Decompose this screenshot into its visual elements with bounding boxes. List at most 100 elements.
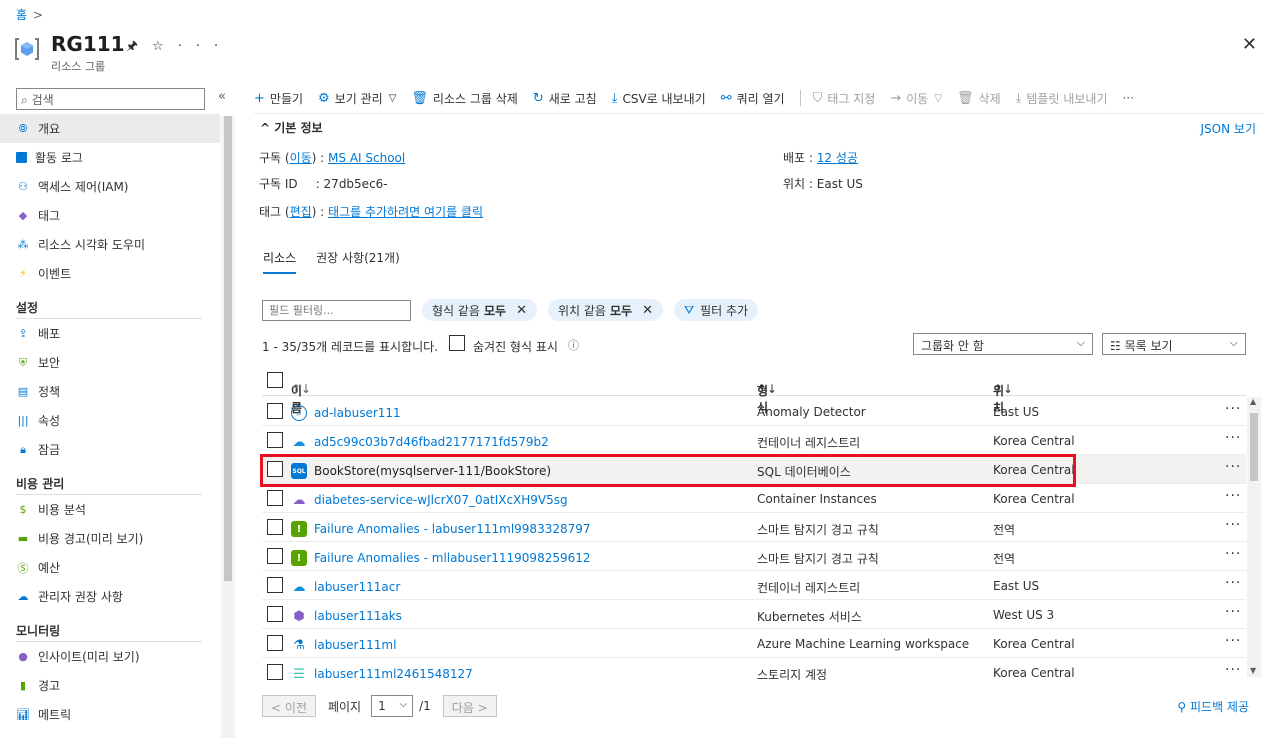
close-icon[interactable]: ✕ — [516, 303, 527, 318]
more-icon[interactable]: ··· — [178, 39, 232, 54]
row-more-icon[interactable]: ··· — [1225, 401, 1241, 417]
resource-link[interactable]: labuser111ml2461548127 — [314, 667, 473, 680]
info-icon[interactable]: ⓘ — [568, 337, 579, 353]
sidebar-item-locks[interactable]: 🔒︎ 잠금 — [0, 435, 220, 464]
row-checkbox[interactable] — [267, 403, 283, 419]
row-more-icon[interactable]: ··· — [1225, 575, 1241, 591]
table-row[interactable]: ☁ diabetes-service-wJlcrX07_0atIXcXH9V5sg… — [262, 484, 1246, 513]
deployments-link[interactable]: 12 성공 — [817, 151, 858, 165]
row-checkbox[interactable] — [267, 664, 283, 680]
json-view-link[interactable]: JSON 보기 — [1201, 120, 1256, 137]
close-icon[interactable]: ✕ — [1242, 34, 1257, 55]
export-template-button[interactable]: ⤓ 템플릿 내보내기 — [1016, 90, 1108, 107]
resource-link[interactable]: ad-labuser111 — [314, 406, 401, 420]
row-checkbox[interactable] — [267, 490, 283, 506]
page-select[interactable]: 1 ⌵ — [371, 695, 414, 717]
collapse-sidebar-icon[interactable]: « — [218, 89, 226, 104]
next-page-button[interactable]: 다음 > — [442, 695, 497, 717]
tab-recommendations[interactable]: 권장 사항(21개) — [316, 249, 400, 272]
delete-button[interactable]: 🗑︎ 삭제 — [957, 90, 1001, 107]
filter-input[interactable] — [262, 299, 411, 321]
scroll-up-icon[interactable]: ▲ — [1250, 397, 1256, 406]
tab-resources[interactable]: 리소스 — [263, 249, 297, 274]
row-checkbox[interactable] — [267, 635, 283, 651]
sidebar-item-insights[interactable]: ● 인사이트(미리 보기) — [0, 642, 220, 671]
sidebar-item-cost-alerts[interactable]: ▬ 비용 경고(미리 보기) — [0, 524, 220, 553]
view-mode-dropdown[interactable]: ☷ 목록 보기 ⌵ — [1102, 333, 1246, 355]
table-row[interactable]: ! Failure Anomalies - labuser111ml9983328… — [262, 513, 1246, 542]
refresh-button[interactable]: ↻ 새로 고침 — [533, 90, 597, 107]
sidebar-item-cost-analysis[interactable]: $ 비용 분석 — [0, 495, 220, 524]
table-scrollbar[interactable]: ▲ ▼ — [1247, 397, 1261, 677]
sidebar-item-deployments[interactable]: ⇪ 배포 — [0, 319, 220, 348]
sidebar-item-properties[interactable]: ||| 속성 — [0, 406, 220, 435]
sidebar-search-input[interactable]: ⌕ 검색 — [16, 88, 205, 110]
show-hidden-checkbox[interactable] — [449, 335, 465, 351]
row-more-icon[interactable]: ··· — [1225, 604, 1241, 620]
subscription-link[interactable]: MS AI School — [328, 151, 405, 165]
sidebar-item-advisor[interactable]: ☁ 관리자 권장 사항 — [0, 582, 220, 611]
assign-tags-button[interactable]: ⛉ 태그 지정 — [813, 90, 876, 107]
sidebar-item-metrics[interactable]: 📊︎ 메트릭 — [0, 700, 220, 729]
pin-icon[interactable]: 🖈 — [126, 39, 152, 54]
sidebar-item-overview[interactable]: ⦾ 개요 — [0, 114, 220, 143]
resource-link[interactable]: ad5c99c03b7d46fbad2177171fd579b2 — [314, 435, 549, 449]
table-row[interactable]: ☁ ad5c99c03b7d46fbad2177171fd579b2 컨테이너 레… — [262, 426, 1246, 455]
row-checkbox[interactable] — [267, 432, 283, 448]
scrollbar-thumb[interactable] — [1250, 413, 1258, 481]
sidebar-item-visualizer[interactable]: ⁂ 리소스 시각화 도우미 — [0, 230, 220, 259]
row-more-icon[interactable]: ··· — [1225, 633, 1241, 649]
feedback-link[interactable]: ⚲ 피드백 제공 — [1177, 698, 1249, 715]
delete-resource-group-button[interactable]: 🗑︎ 리소스 그룹 삭제 — [411, 90, 517, 107]
location-filter-pill[interactable]: 위치 같음 모두 ✕ — [547, 299, 663, 321]
prev-page-button[interactable]: < 이전 — [262, 695, 316, 717]
row-more-icon[interactable]: ··· — [1225, 488, 1241, 504]
sidebar-scrollbar[interactable] — [221, 116, 235, 738]
type-filter-pill[interactable]: 형식 같음 모두 ✕ — [422, 299, 537, 321]
sidebar-item-policies[interactable]: ▤ 정책 — [0, 377, 220, 406]
row-more-icon[interactable]: ··· — [1225, 662, 1241, 678]
table-row[interactable]: ☰ labuser111ml2461548127 스토리지 계정 Korea Ce… — [262, 658, 1246, 680]
sidebar-item-activity-log[interactable]: 활동 로그 — [0, 143, 220, 172]
add-filter-button[interactable]: ⛛ 필터 추가 — [673, 299, 759, 321]
resource-link[interactable]: Failure Anomalies - mllabuser11190982596… — [314, 551, 591, 565]
sidebar-item-tags[interactable]: ◆ 태그 — [0, 201, 220, 230]
add-tags-link[interactable]: 태그를 추가하려면 여기를 클릭 — [328, 205, 483, 219]
open-query-button[interactable]: ⚯ 쿼리 열기 — [721, 90, 785, 107]
row-more-icon[interactable]: ··· — [1225, 430, 1241, 446]
tags-edit-link[interactable]: 편집 — [290, 205, 312, 219]
resource-link[interactable]: labuser111aks — [314, 609, 402, 623]
row-checkbox[interactable] — [267, 519, 283, 535]
row-checkbox[interactable] — [267, 606, 283, 622]
resource-link[interactable]: labuser111ml — [314, 638, 396, 652]
sidebar-item-events[interactable]: ⚡ 이벤트 — [0, 259, 220, 288]
star-icon[interactable]: ☆ — [152, 39, 178, 54]
table-row[interactable]: ☁ labuser111acr 컨테이너 레지스트리 East US ··· — [262, 571, 1246, 600]
scroll-down-icon[interactable]: ▼ — [1250, 666, 1256, 675]
sidebar-item-alerts[interactable]: ▮ 경고 — [0, 671, 220, 700]
move-button[interactable]: → 이동 ▽ — [890, 90, 942, 107]
row-more-icon[interactable]: ··· — [1225, 459, 1241, 475]
row-checkbox[interactable] — [267, 577, 283, 593]
table-row[interactable]: ⬢ labuser111aks Kubernetes 서비스 West US 3 … — [262, 600, 1246, 629]
more-commands-icon[interactable]: ··· — [1123, 91, 1134, 105]
sidebar-item-budgets[interactable]: Ⓢ 예산 — [0, 553, 220, 582]
breadcrumb-home[interactable]: 홈 — [16, 8, 27, 22]
manage-view-button[interactable]: ⚙ 보기 관리 ▽ — [318, 90, 396, 107]
resource-link[interactable]: labuser111acr — [314, 580, 400, 594]
table-row[interactable]: ⌕ ad-labuser111 Anomaly Detector East US … — [262, 397, 1246, 426]
essentials-toggle[interactable]: ^ 기본 정보 — [260, 119, 323, 136]
row-checkbox[interactable] — [267, 548, 283, 564]
select-all-checkbox[interactable] — [267, 372, 283, 388]
resource-link[interactable]: Failure Anomalies - labuser111ml99833287… — [314, 522, 591, 536]
resource-link[interactable]: diabetes-service-wJlcrX07_0atIXcXH9V5sg — [314, 493, 568, 507]
table-row[interactable]: ! Failure Anomalies - mllabuser1119098259… — [262, 542, 1246, 571]
close-icon[interactable]: ✕ — [642, 303, 653, 318]
sidebar-item-security[interactable]: ⛨ 보안 — [0, 348, 220, 377]
sidebar-item-iam[interactable]: ⚇ 액세스 제어(IAM) — [0, 172, 220, 201]
export-csv-button[interactable]: ⤓ CSV로 내보내기 — [612, 90, 706, 107]
grouping-dropdown[interactable]: 그룹화 안 함 ⌵ — [913, 333, 1093, 355]
scrollbar-thumb[interactable] — [224, 116, 232, 581]
subscription-move-link[interactable]: 이동 — [290, 151, 312, 165]
row-more-icon[interactable]: ··· — [1225, 546, 1241, 562]
